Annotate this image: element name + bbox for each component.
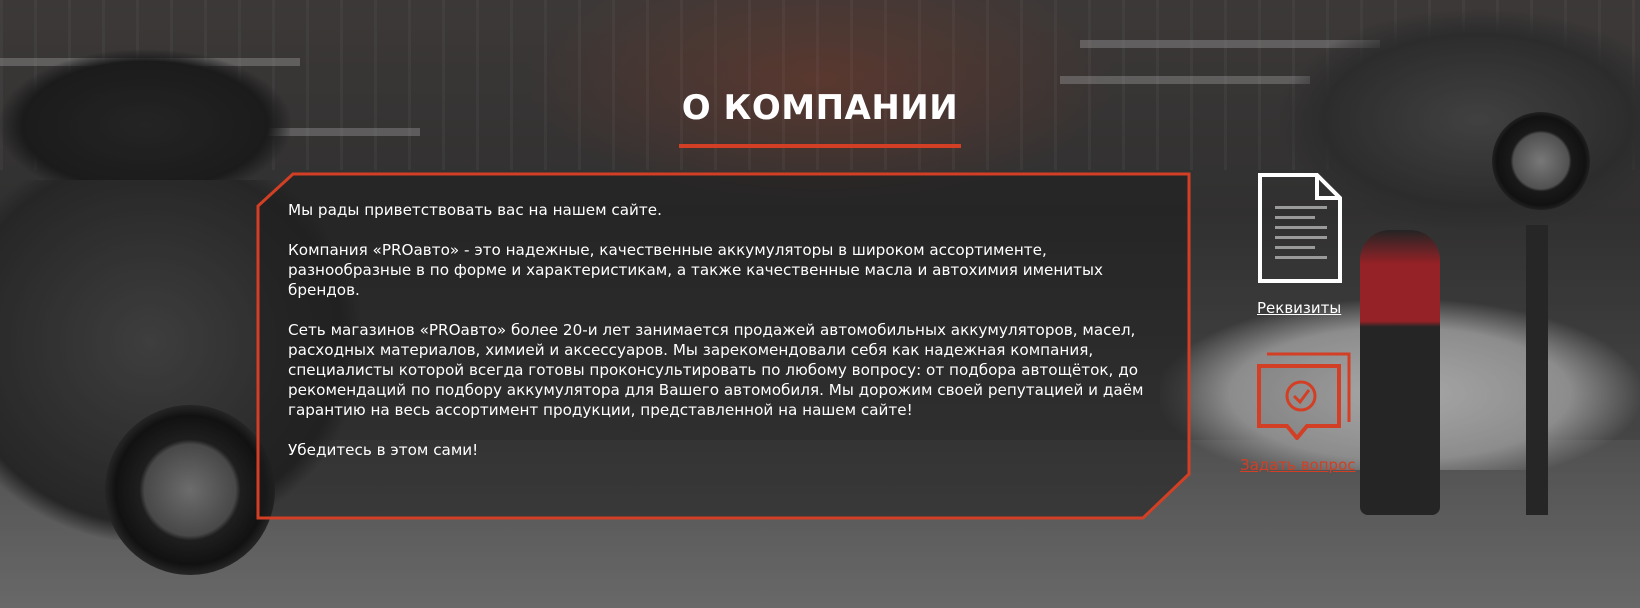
about-paragraph-3: Сеть магазинов «PROавто» более 20-и лет … [288, 321, 1144, 419]
about-paragraph-2: Компания «PROавто» - это надежные, качес… [288, 241, 1103, 299]
ask-question-link[interactable]: Задать вопрос [1240, 456, 1356, 474]
about-text: Мы рады приветствовать вас на нашем сайт… [288, 200, 1158, 480]
title-underline [679, 144, 961, 148]
chat-check-icon[interactable] [1255, 352, 1355, 444]
about-paragraph-4: Убедитесь в этом сами! [288, 441, 479, 459]
requisites-link[interactable]: Реквизиты [1257, 299, 1341, 317]
page-title: О КОМПАНИИ [681, 88, 959, 128]
about-panel: Мы рады приветствовать вас на нашем сайт… [256, 172, 1191, 520]
about-paragraph-1: Мы рады приветствовать вас на нашем сайт… [288, 201, 662, 219]
document-icon[interactable] [1257, 172, 1343, 288]
